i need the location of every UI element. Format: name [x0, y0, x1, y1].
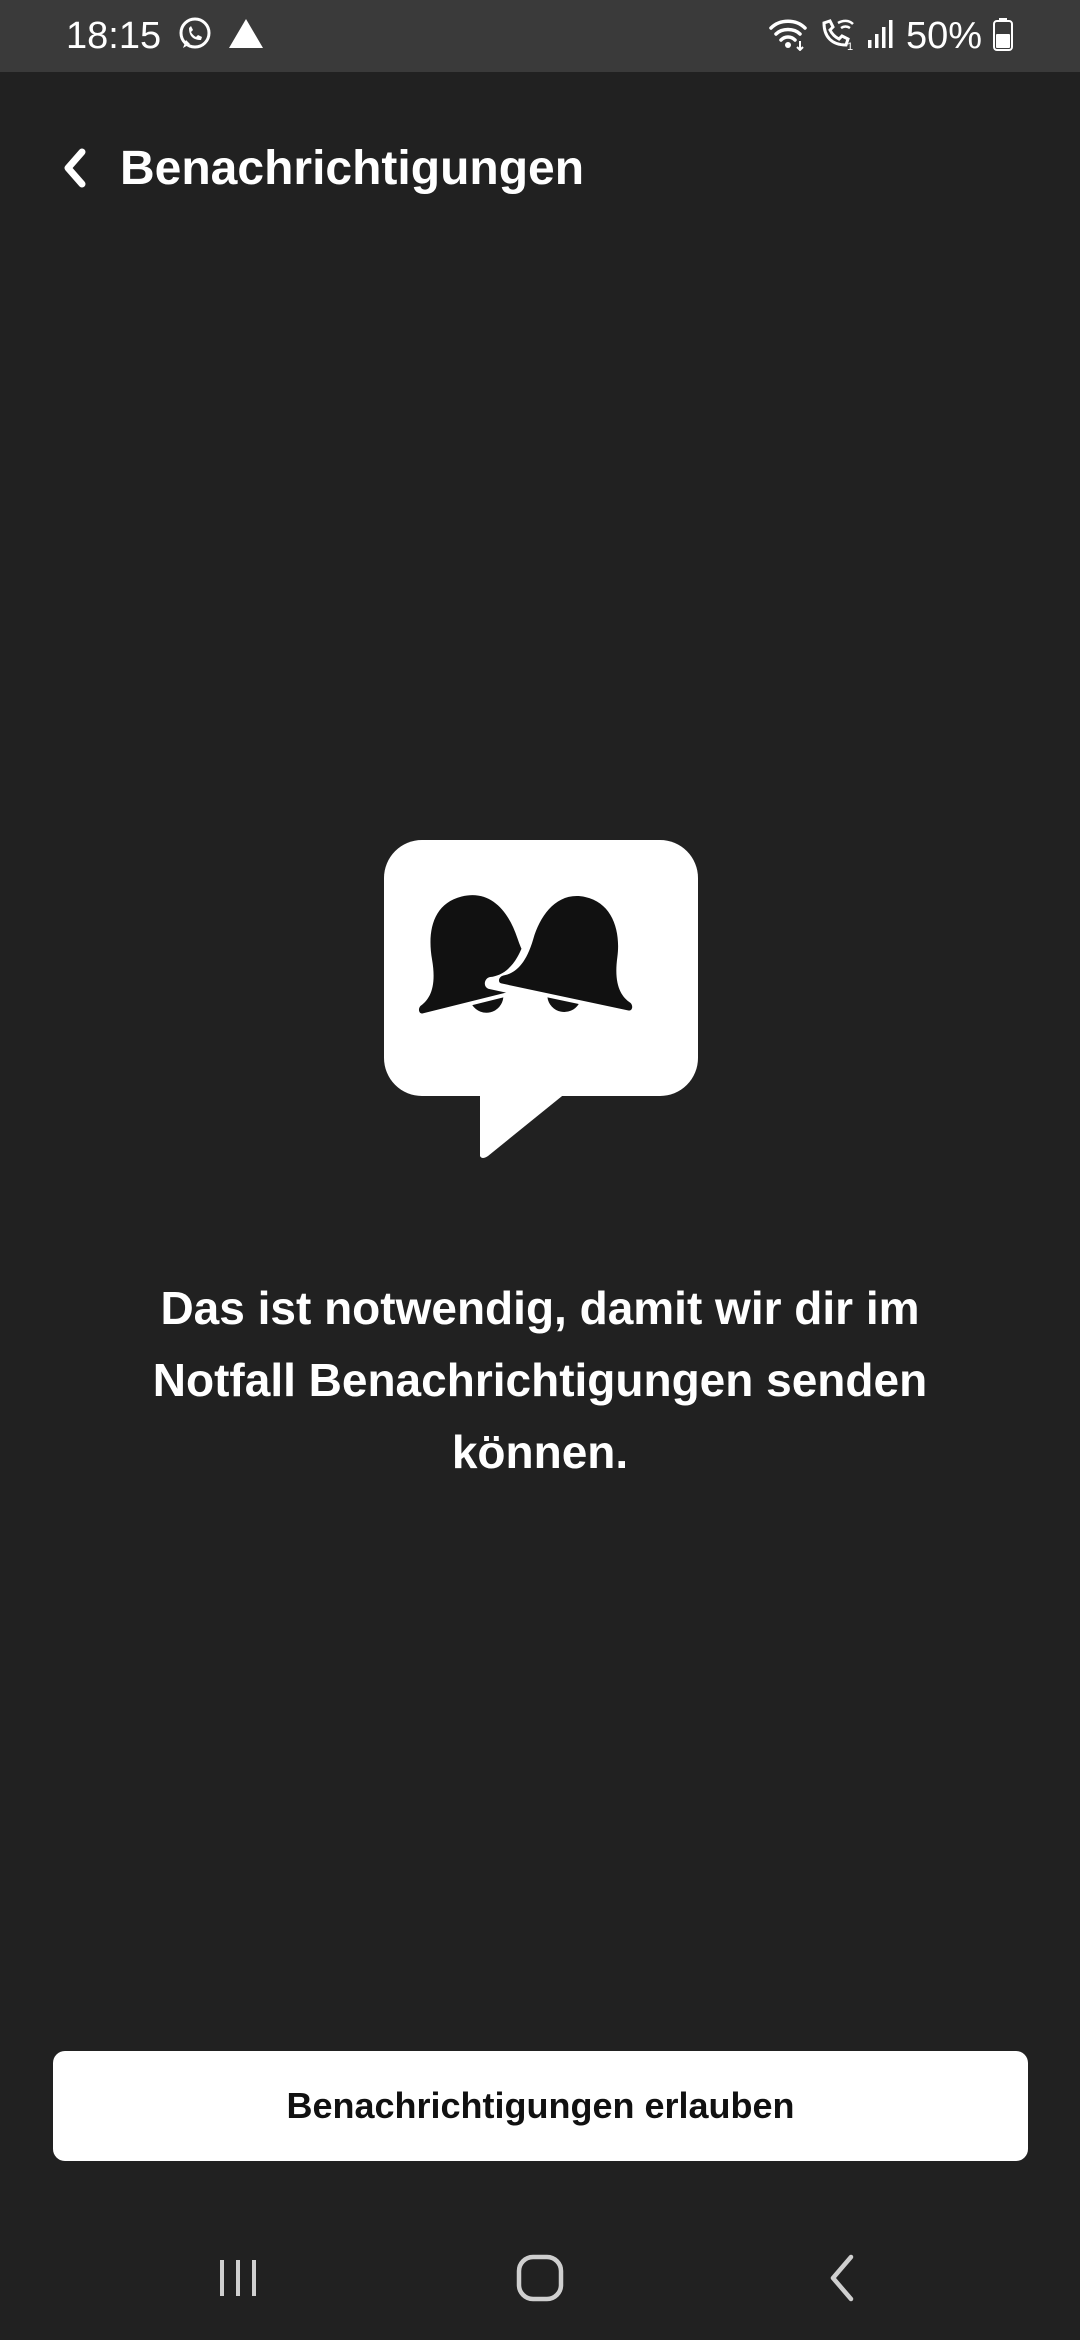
status-bar: 18:15 1 50% [0, 0, 1080, 72]
home-button[interactable] [490, 2240, 590, 2320]
allow-notifications-button[interactable]: Benachrichtigungen erlauben [53, 2051, 1028, 2161]
permission-message: Das ist notwendig, damit wir dir im Notf… [152, 1282, 928, 1478]
drive-icon [226, 16, 266, 57]
battery-icon [992, 17, 1014, 56]
recent-apps-button[interactable] [188, 2240, 288, 2320]
screen: 18:15 1 50% Benachrichtigungen Das ist n… [0, 0, 1080, 2340]
page-title: Benachrichtigungen [120, 142, 585, 195]
recent-apps-icon [216, 2256, 260, 2305]
status-time: 18:15 [66, 15, 162, 57]
wifi-icon [768, 17, 808, 56]
notification-bells-speech-bubble-icon [382, 838, 700, 1158]
home-icon [515, 2253, 565, 2308]
status-left-icons [176, 16, 266, 56]
header: Benachrichtigungen [0, 130, 1080, 210]
system-back-button[interactable] [792, 2240, 892, 2320]
whatsapp-icon [176, 15, 214, 58]
svg-text:1: 1 [847, 41, 853, 51]
status-right: 1 50% [768, 14, 1014, 58]
nav-bar [0, 2220, 1080, 2340]
back-icon [825, 2253, 859, 2308]
chevron-left-icon [60, 147, 90, 194]
signal-icon [866, 18, 896, 55]
battery-percent: 50% [905, 15, 982, 57]
back-button[interactable] [50, 140, 100, 200]
allow-notifications-label: Benachrichtigungen erlauben [286, 2085, 795, 2126]
wifi-calling-icon: 1 [818, 17, 856, 56]
